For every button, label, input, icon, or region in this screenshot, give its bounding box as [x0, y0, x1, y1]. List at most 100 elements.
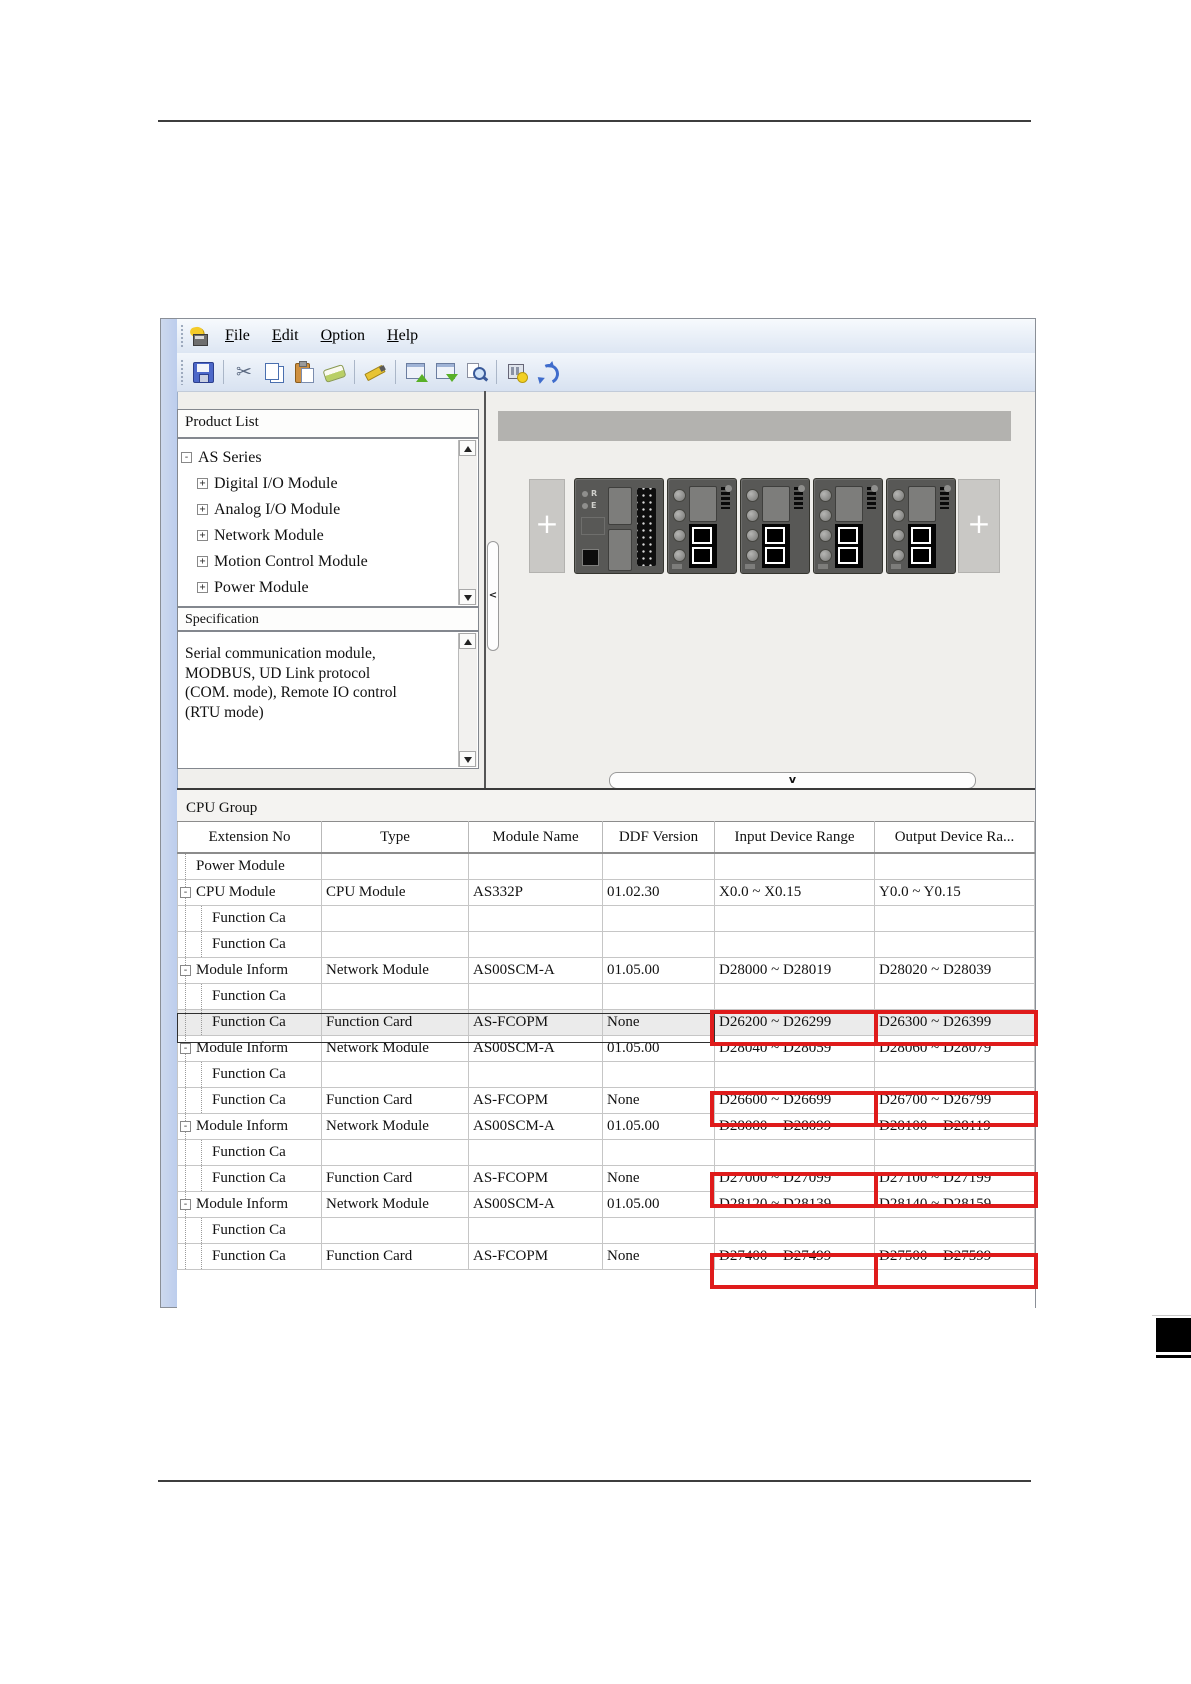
toolbar-gripper[interactable] — [180, 359, 184, 386]
vertical-splitter[interactable] — [484, 391, 486, 788]
table-row[interactable]: Function Ca — [178, 932, 1035, 958]
table-cell[interactable] — [715, 853, 875, 880]
table-cell[interactable] — [715, 932, 875, 958]
add-module-slot-left[interactable]: + — [529, 479, 565, 573]
table-cell[interactable] — [875, 984, 1035, 1010]
tree-item-analog-i-o-module[interactable]: +Analog I/O Module — [178, 497, 478, 523]
column-header-input-device-range[interactable]: Input Device Range — [715, 822, 875, 854]
table-cell[interactable]: Network Module — [322, 1114, 469, 1140]
expand-icon[interactable]: + — [197, 530, 208, 541]
refresh-icon[interactable] — [535, 360, 559, 384]
table-cell[interactable]: Function Ca — [178, 1218, 322, 1244]
table-cell[interactable] — [875, 853, 1035, 880]
scroll-up-button[interactable] — [459, 440, 476, 456]
cut-icon[interactable]: ✂ — [232, 360, 256, 384]
table-cell[interactable]: -Module Inform — [178, 1192, 322, 1218]
table-cell[interactable]: 01.02.30 — [603, 880, 715, 906]
table-cell[interactable]: Function Ca — [178, 1244, 322, 1270]
table-cell[interactable]: AS00SCM-A — [469, 958, 603, 984]
table-cell[interactable] — [322, 1218, 469, 1244]
table-cell[interactable]: AS-FCOPM — [469, 1166, 603, 1192]
table-row[interactable]: -Module InformNetwork ModuleAS00SCM-A01.… — [178, 958, 1035, 984]
table-cell[interactable]: AS-FCOPM — [469, 1088, 603, 1114]
table-cell[interactable]: Function Ca — [178, 1062, 322, 1088]
copy-icon[interactable] — [262, 360, 286, 384]
table-cell[interactable]: Y0.0 ~ Y0.15 — [875, 880, 1035, 906]
table-cell[interactable]: AS00SCM-A — [469, 1192, 603, 1218]
table-cell[interactable]: -Module Inform — [178, 1114, 322, 1140]
table-cell[interactable]: 01.05.00 — [603, 1192, 715, 1218]
table-row[interactable]: Function Ca — [178, 984, 1035, 1010]
table-row[interactable]: Function Ca — [178, 1218, 1035, 1244]
table-cell[interactable] — [603, 906, 715, 932]
table-cell[interactable] — [322, 1140, 469, 1166]
network-module-graphic[interactable] — [813, 478, 883, 574]
paste-icon[interactable] — [292, 360, 316, 384]
menu-item-help[interactable]: Help — [376, 324, 429, 348]
column-header-extension-no[interactable]: Extension No — [178, 822, 322, 854]
column-header-output-device-ra-[interactable]: Output Device Ra... — [875, 822, 1035, 854]
menu-item-file[interactable]: File — [214, 324, 261, 348]
table-cell[interactable]: Function Card — [322, 1088, 469, 1114]
column-header-module-name[interactable]: Module Name — [469, 822, 603, 854]
table-cell[interactable] — [469, 984, 603, 1010]
table-cell[interactable] — [322, 1062, 469, 1088]
table-cell[interactable]: Function Card — [322, 1166, 469, 1192]
table-cell[interactable] — [875, 1140, 1035, 1166]
table-cell[interactable] — [603, 932, 715, 958]
table-cell[interactable] — [322, 984, 469, 1010]
expand-icon[interactable]: + — [197, 556, 208, 567]
table-cell[interactable]: Network Module — [322, 958, 469, 984]
pen-icon[interactable] — [363, 360, 387, 384]
menu-item-edit[interactable]: Edit — [261, 324, 310, 348]
table-cell[interactable]: -CPU Module — [178, 880, 322, 906]
scroll-down-button[interactable] — [459, 589, 476, 605]
table-cell[interactable] — [469, 1218, 603, 1244]
network-module-graphic[interactable] — [740, 478, 810, 574]
table-cell[interactable]: Function Ca — [178, 932, 322, 958]
table-cell[interactable]: AS-FCOPM — [469, 1244, 603, 1270]
expand-icon[interactable]: + — [197, 504, 208, 515]
table-cell[interactable] — [603, 984, 715, 1010]
cpu-module-graphic[interactable]: R E — [574, 478, 664, 574]
table-cell[interactable] — [603, 1218, 715, 1244]
table-cell[interactable]: Function Ca — [178, 906, 322, 932]
table-cell[interactable] — [469, 906, 603, 932]
add-module-slot-right[interactable]: + — [958, 479, 1000, 573]
vertical-splitter-handle[interactable]: < — [487, 541, 499, 651]
expand-icon[interactable]: + — [197, 582, 208, 593]
table-cell[interactable] — [715, 1140, 875, 1166]
table-row[interactable]: Function Ca — [178, 906, 1035, 932]
table-cell[interactable] — [322, 932, 469, 958]
table-cell[interactable]: 01.05.00 — [603, 958, 715, 984]
table-row[interactable]: Function Ca — [178, 1062, 1035, 1088]
network-module-graphic[interactable] — [886, 478, 956, 574]
table-cell[interactable]: X0.0 ~ X0.15 — [715, 880, 875, 906]
table-cell[interactable] — [603, 1140, 715, 1166]
table-cell[interactable]: Function Card — [322, 1244, 469, 1270]
column-header-type[interactable]: Type — [322, 822, 469, 854]
table-cell[interactable]: Function Ca — [178, 1088, 322, 1114]
collapse-icon[interactable]: - — [180, 965, 191, 976]
tree-item-digital-i-o-module[interactable]: +Digital I/O Module — [178, 471, 478, 497]
table-cell[interactable] — [469, 853, 603, 880]
tree-scrollbar[interactable] — [458, 440, 477, 605]
table-cell[interactable] — [875, 932, 1035, 958]
save-icon[interactable] — [191, 360, 215, 384]
tree-item-as-series[interactable]: -AS Series — [178, 445, 478, 471]
scan-icon[interactable] — [464, 360, 488, 384]
table-cell[interactable]: Function Ca — [178, 1166, 322, 1192]
table-cell[interactable] — [875, 1218, 1035, 1244]
collapse-icon[interactable]: - — [180, 1043, 191, 1054]
horizontal-splitter-handle[interactable]: v — [609, 772, 976, 789]
table-cell[interactable] — [715, 906, 875, 932]
scroll-up-button[interactable] — [459, 633, 476, 649]
spec-scrollbar[interactable] — [458, 633, 477, 767]
download-icon[interactable] — [434, 360, 458, 384]
erase-icon[interactable] — [322, 360, 346, 384]
table-cell[interactable] — [322, 906, 469, 932]
table-cell[interactable] — [715, 1062, 875, 1088]
table-cell[interactable]: Function Ca — [178, 984, 322, 1010]
column-header-ddf-version[interactable]: DDF Version — [603, 822, 715, 854]
table-cell[interactable]: Function Ca — [178, 1140, 322, 1166]
